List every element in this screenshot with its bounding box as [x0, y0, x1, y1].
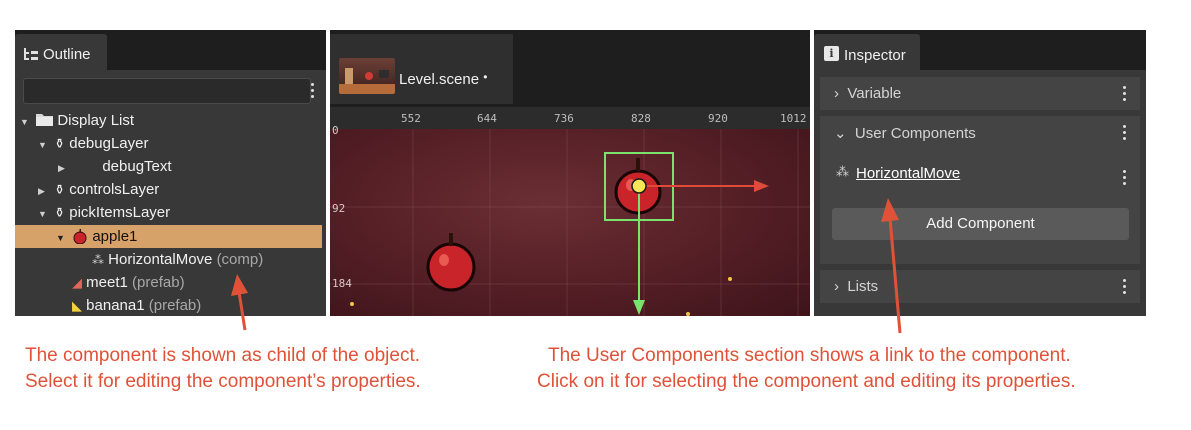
right-caption-line1: The User Components section shows a link…	[548, 345, 1071, 366]
left-annotation-arrow	[237, 291, 247, 331]
right-caption-line2: Click on it for selecting the component …	[537, 371, 1076, 392]
right-annotation-arrow	[888, 217, 902, 334]
left-caption-line1: The component is shown as child of the o…	[25, 345, 421, 366]
left-caption-line2: Select it for editing the component’s pr…	[25, 371, 421, 392]
